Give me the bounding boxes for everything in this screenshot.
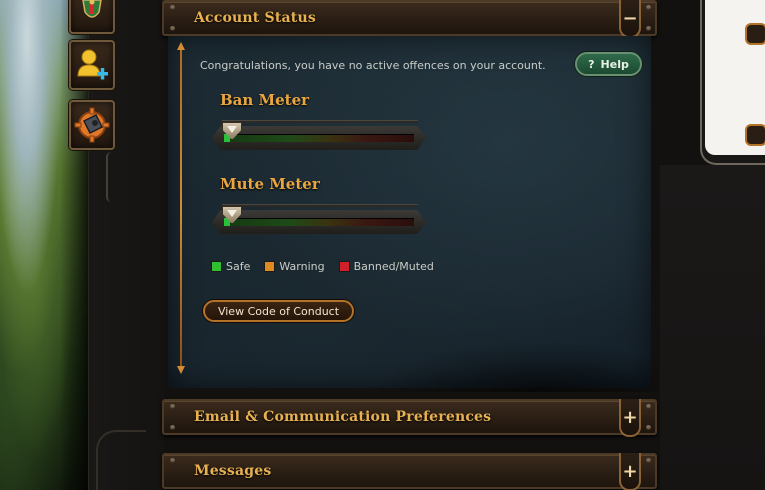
expand-button[interactable]: + — [619, 399, 641, 437]
rivet — [646, 425, 651, 430]
right-background — [660, 165, 765, 490]
settings-gear-icon — [74, 107, 110, 143]
rivet — [646, 458, 651, 463]
mute-meter-label: Mute Meter — [220, 175, 320, 193]
legend-label: Banned/Muted — [353, 260, 434, 273]
ban-meter — [212, 120, 426, 152]
account-status-header[interactable]: Account Status − — [162, 0, 657, 38]
mute-meter — [212, 204, 426, 236]
rivet — [646, 26, 651, 31]
rivet — [646, 5, 651, 10]
help-label: Help — [600, 57, 629, 71]
legend-swatch — [338, 261, 350, 272]
ban-meter-label: Ban Meter — [220, 91, 310, 109]
view-code-of-conduct-button[interactable]: View Code of Conduct — [203, 300, 354, 322]
legend-item-banned: Banned/Muted — [338, 260, 434, 273]
legend-item-safe: Safe — [211, 260, 250, 273]
expand-button[interactable]: + — [619, 453, 641, 490]
rivet — [170, 425, 175, 430]
email-preferences-title: Email & Communication Preferences — [194, 409, 492, 425]
add-friend-button[interactable] — [69, 40, 115, 90]
collapse-button[interactable]: − — [619, 0, 641, 38]
crest-button[interactable] — [69, 0, 115, 34]
email-preferences-header[interactable]: Email & Communication Preferences + — [162, 399, 657, 437]
add-friend-icon — [77, 49, 108, 80]
help-button[interactable]: ? Help — [575, 52, 642, 76]
meter-track — [224, 218, 414, 226]
rivet — [170, 458, 175, 463]
shield-crest-icon — [82, 0, 102, 18]
rivet — [646, 404, 651, 409]
settings-button[interactable] — [69, 100, 115, 150]
rivet — [170, 5, 175, 10]
divider-cap-bottom — [177, 366, 185, 374]
rivet — [170, 26, 175, 31]
account-status-title: Account Status — [194, 10, 316, 26]
right-panel-tab-1[interactable] — [745, 23, 765, 45]
legend-label: Safe — [226, 260, 251, 273]
right-panel-tab-2[interactable] — [745, 124, 765, 146]
rivet — [170, 404, 175, 409]
legend-item-warning: Warning — [264, 260, 325, 273]
help-icon: ? — [588, 57, 595, 71]
hook-decoration — [106, 152, 116, 202]
grunge-texture — [368, 342, 658, 392]
messages-title: Messages — [194, 463, 272, 479]
meter-track — [224, 134, 414, 142]
vertical-divider — [180, 48, 182, 370]
divider-cap-top — [177, 42, 185, 50]
status-message: Congratulations, you have no active offe… — [200, 59, 546, 72]
messages-header[interactable]: Messages + — [162, 453, 657, 490]
account-status-body: Congratulations, you have no active offe… — [168, 36, 658, 392]
ornament-decoration — [96, 430, 146, 490]
meter-rail — [222, 204, 418, 207]
meter-rail — [222, 120, 418, 123]
meter-legend: Safe Warning Banned/Muted — [211, 260, 434, 273]
legend-swatch — [211, 261, 222, 272]
legend-label: Warning — [279, 260, 325, 273]
legend-swatch — [264, 261, 276, 272]
